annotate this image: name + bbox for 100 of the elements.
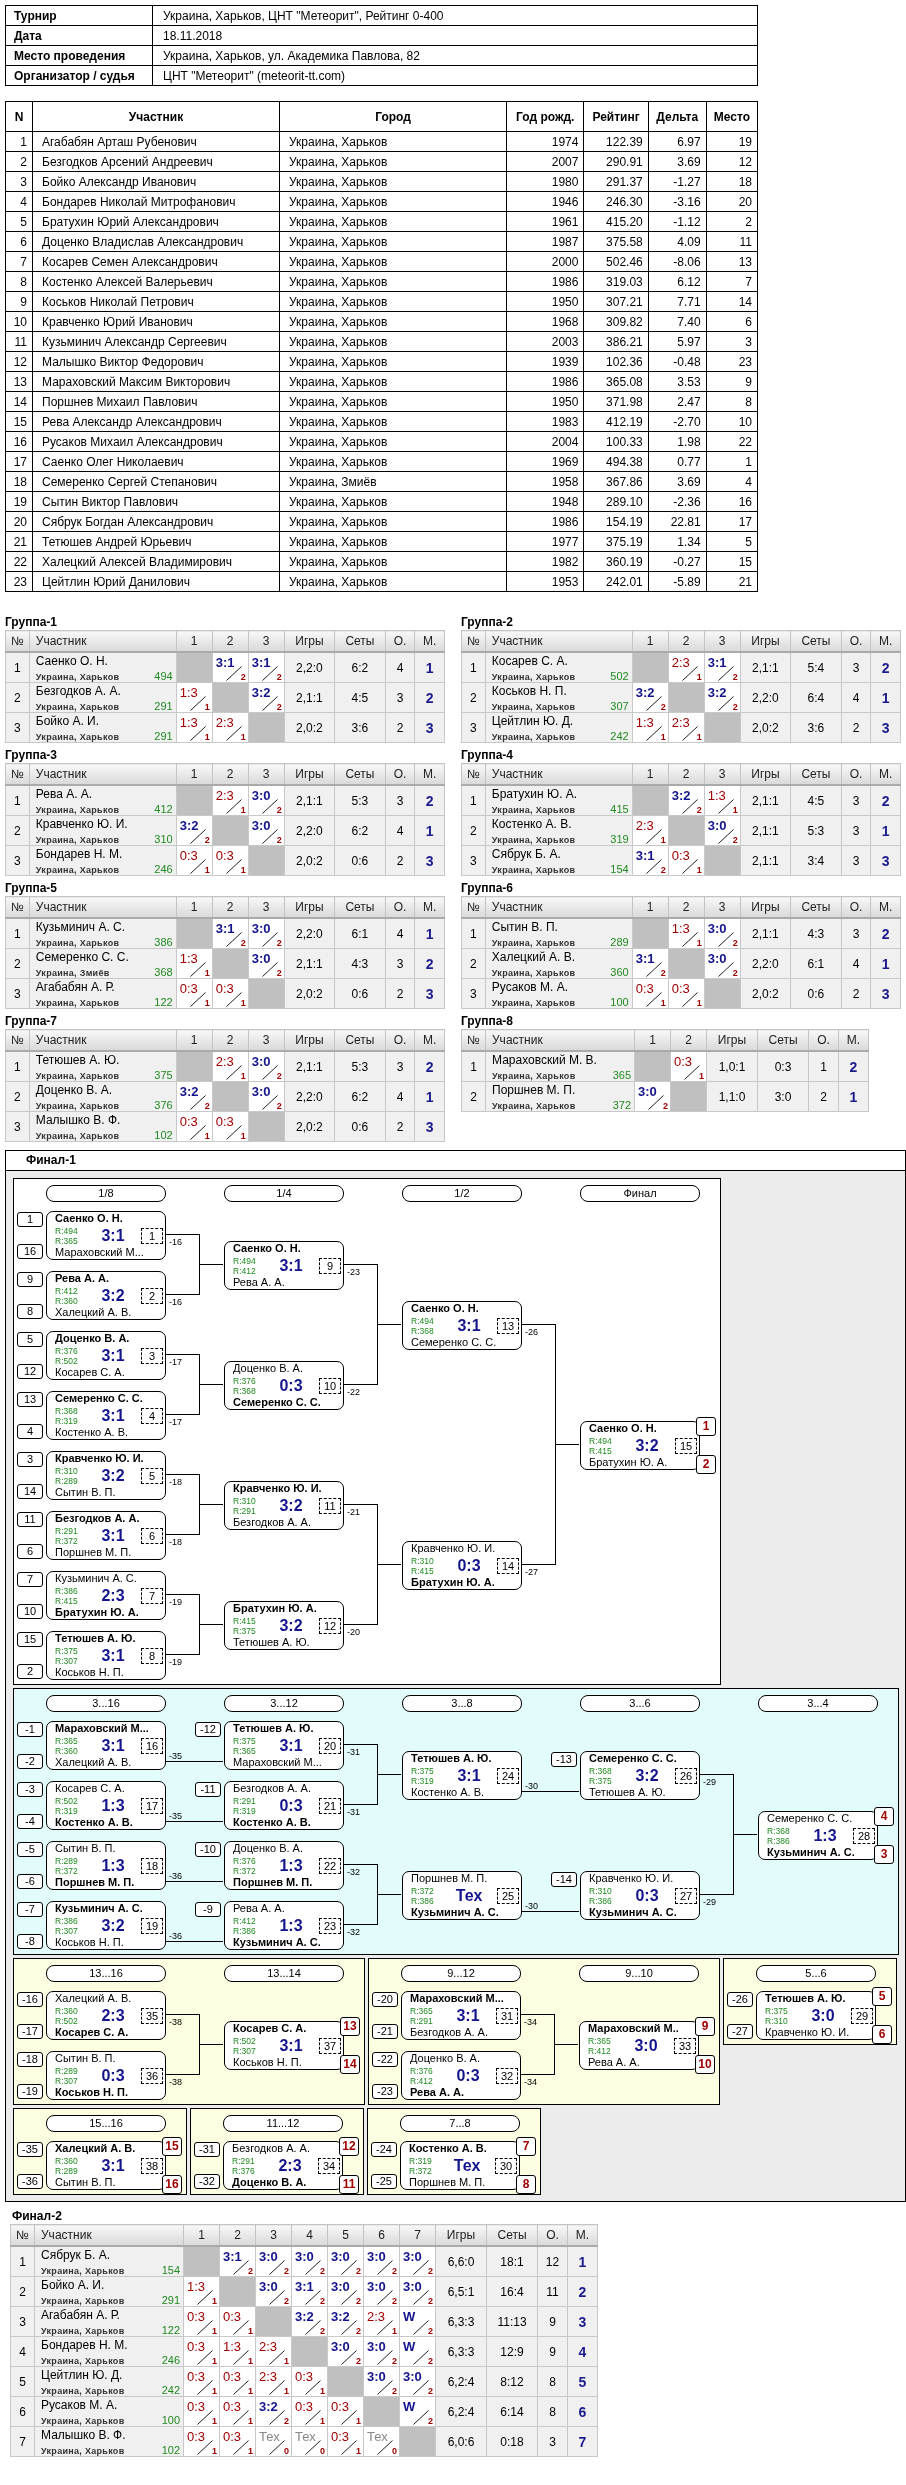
match-points: 1: [392, 2326, 397, 2336]
match-number: 18: [141, 1857, 163, 1874]
match-points: 1: [240, 1131, 246, 1141]
round-label: 13...14: [224, 1965, 344, 1982]
round-label: 3...12: [224, 1695, 344, 1712]
match-points: 1: [212, 2326, 217, 2336]
table-cell: -0.48: [648, 351, 707, 372]
column-header: №: [5, 1029, 30, 1051]
loser-destination: -30: [525, 1900, 538, 1911]
table-cell: Украина, Харьков: [279, 211, 507, 232]
seed-tag: 6: [17, 1544, 43, 1559]
row-number: 2: [5, 815, 30, 846]
column-header: Участник: [29, 1029, 177, 1051]
player-rating: 365: [612, 1069, 631, 1081]
match-score: 0:3: [455, 2066, 481, 2085]
player-rating: 307: [610, 700, 629, 712]
table-cell: 6:14: [486, 2396, 538, 2427]
match-points: 1: [284, 2356, 289, 2366]
player-name: Мараховский М..: [587, 2022, 680, 2035]
match-number: 2: [141, 1287, 163, 1304]
table-cell: 8: [5, 271, 33, 292]
final-place: 11: [339, 2175, 359, 2194]
match-score: 3:1: [100, 1646, 126, 1665]
table-cell: 2,1:1: [740, 918, 791, 949]
table-cell: 367.86: [583, 471, 649, 492]
table-cell: 12:9: [486, 2336, 538, 2367]
player-name: Саенко О. Н.: [410, 1302, 480, 1315]
player-name: Мараховский М. В.: [492, 1053, 597, 1067]
match-score: 1:3: [100, 1796, 126, 1815]
column-header: Сеты: [334, 1029, 386, 1051]
table-cell: 8:12: [486, 2366, 538, 2397]
column-header: Сеты: [790, 630, 842, 652]
player-city: Украина, Харьков: [35, 702, 120, 712]
player-name: Мараховский М...: [409, 1992, 505, 2005]
match-score: 2:3: [215, 788, 234, 803]
final-place: 12: [339, 2137, 359, 2156]
match-score: 1:3: [671, 921, 690, 936]
match-number: 1: [141, 1227, 163, 1244]
column-header: О.: [537, 2224, 568, 2246]
column-header: Город: [279, 101, 507, 132]
seed-tag: -13: [551, 1752, 577, 1767]
player-rating: R:372: [55, 1865, 79, 1876]
table-cell: 4: [385, 918, 415, 949]
table-cell: 2,2:0: [284, 815, 335, 846]
match-score: 3:0: [251, 921, 271, 936]
match-points: 2: [392, 2356, 397, 2366]
match-number: 32: [496, 2067, 518, 2084]
round-label: 11...12: [223, 2115, 343, 2132]
table-cell: 2: [808, 1081, 839, 1112]
loser-destination: -34: [524, 2016, 537, 2027]
match-score: 3:1: [456, 1316, 482, 1335]
player-name: Коськов Н. П.: [54, 1666, 125, 1679]
match-points: 2: [284, 2296, 289, 2306]
player-rating: R:494: [589, 1435, 613, 1446]
player-rating: R:412: [410, 2075, 434, 2086]
player-rating: 291: [154, 730, 173, 742]
player-name: Кравченко Ю. И.: [35, 817, 128, 831]
match-score: 3:0: [810, 2006, 836, 2025]
player-name: Тетюшев А. Ю.: [764, 1992, 847, 2005]
table-cell: 1: [870, 682, 901, 713]
table-cell: 11: [706, 231, 758, 252]
match-score: 0:3: [456, 1556, 482, 1575]
match-score: 1:3: [278, 1916, 304, 1935]
match-points: 2: [732, 835, 738, 845]
player-rating: R:365: [233, 1745, 257, 1756]
loser-destination: -38: [169, 2016, 182, 2027]
player-rating: R:319: [411, 1775, 435, 1786]
column-header: 1: [183, 2224, 220, 2246]
match-score: 1:3: [179, 685, 198, 700]
table-cell: 2: [870, 785, 901, 816]
player-city: Украина, Харьков: [35, 1131, 120, 1141]
player-rating: R:415: [411, 1565, 435, 1576]
loser-destination: -18: [169, 1476, 182, 1487]
player-name: Семеренко С. С.: [766, 1812, 854, 1825]
player-rating: R:291: [233, 1795, 257, 1806]
match-number: 24: [497, 1767, 519, 1784]
table-cell: Поршнев Михаил Павлович: [32, 391, 280, 412]
player-name: Рева А. А.: [35, 787, 93, 801]
table-cell: Цейтлин Юрий Данилович: [32, 571, 280, 592]
table-cell: 6,2:4: [435, 2396, 487, 2427]
table-cell: 9: [706, 371, 758, 392]
row-number: 1: [5, 1051, 30, 1082]
match-number: 10: [319, 1377, 341, 1394]
column-header: Игры: [435, 2224, 487, 2246]
column-header: №: [461, 763, 486, 785]
player-name: Малышко В. Ф.: [41, 2428, 126, 2442]
match-score: 3:2: [179, 1084, 199, 1099]
column-header: Год рожд.: [506, 101, 584, 132]
match-score: 3:0: [331, 2339, 350, 2354]
match-score: 0:3: [187, 2429, 206, 2444]
loser-destination: -36: [169, 1870, 182, 1881]
match-score: 0:3: [179, 981, 198, 996]
match-score: 3:1: [100, 1226, 126, 1245]
table-cell: Костенко Алексей Валерьевич: [32, 271, 280, 292]
column-header: М.: [838, 1029, 869, 1051]
column-header: 2: [668, 630, 705, 652]
match-points: 1: [320, 2386, 325, 2396]
match-score: 3:2: [100, 1286, 126, 1305]
player-name: Семеренко С. С.: [588, 1752, 678, 1765]
group-title: Группа-2: [461, 614, 515, 630]
